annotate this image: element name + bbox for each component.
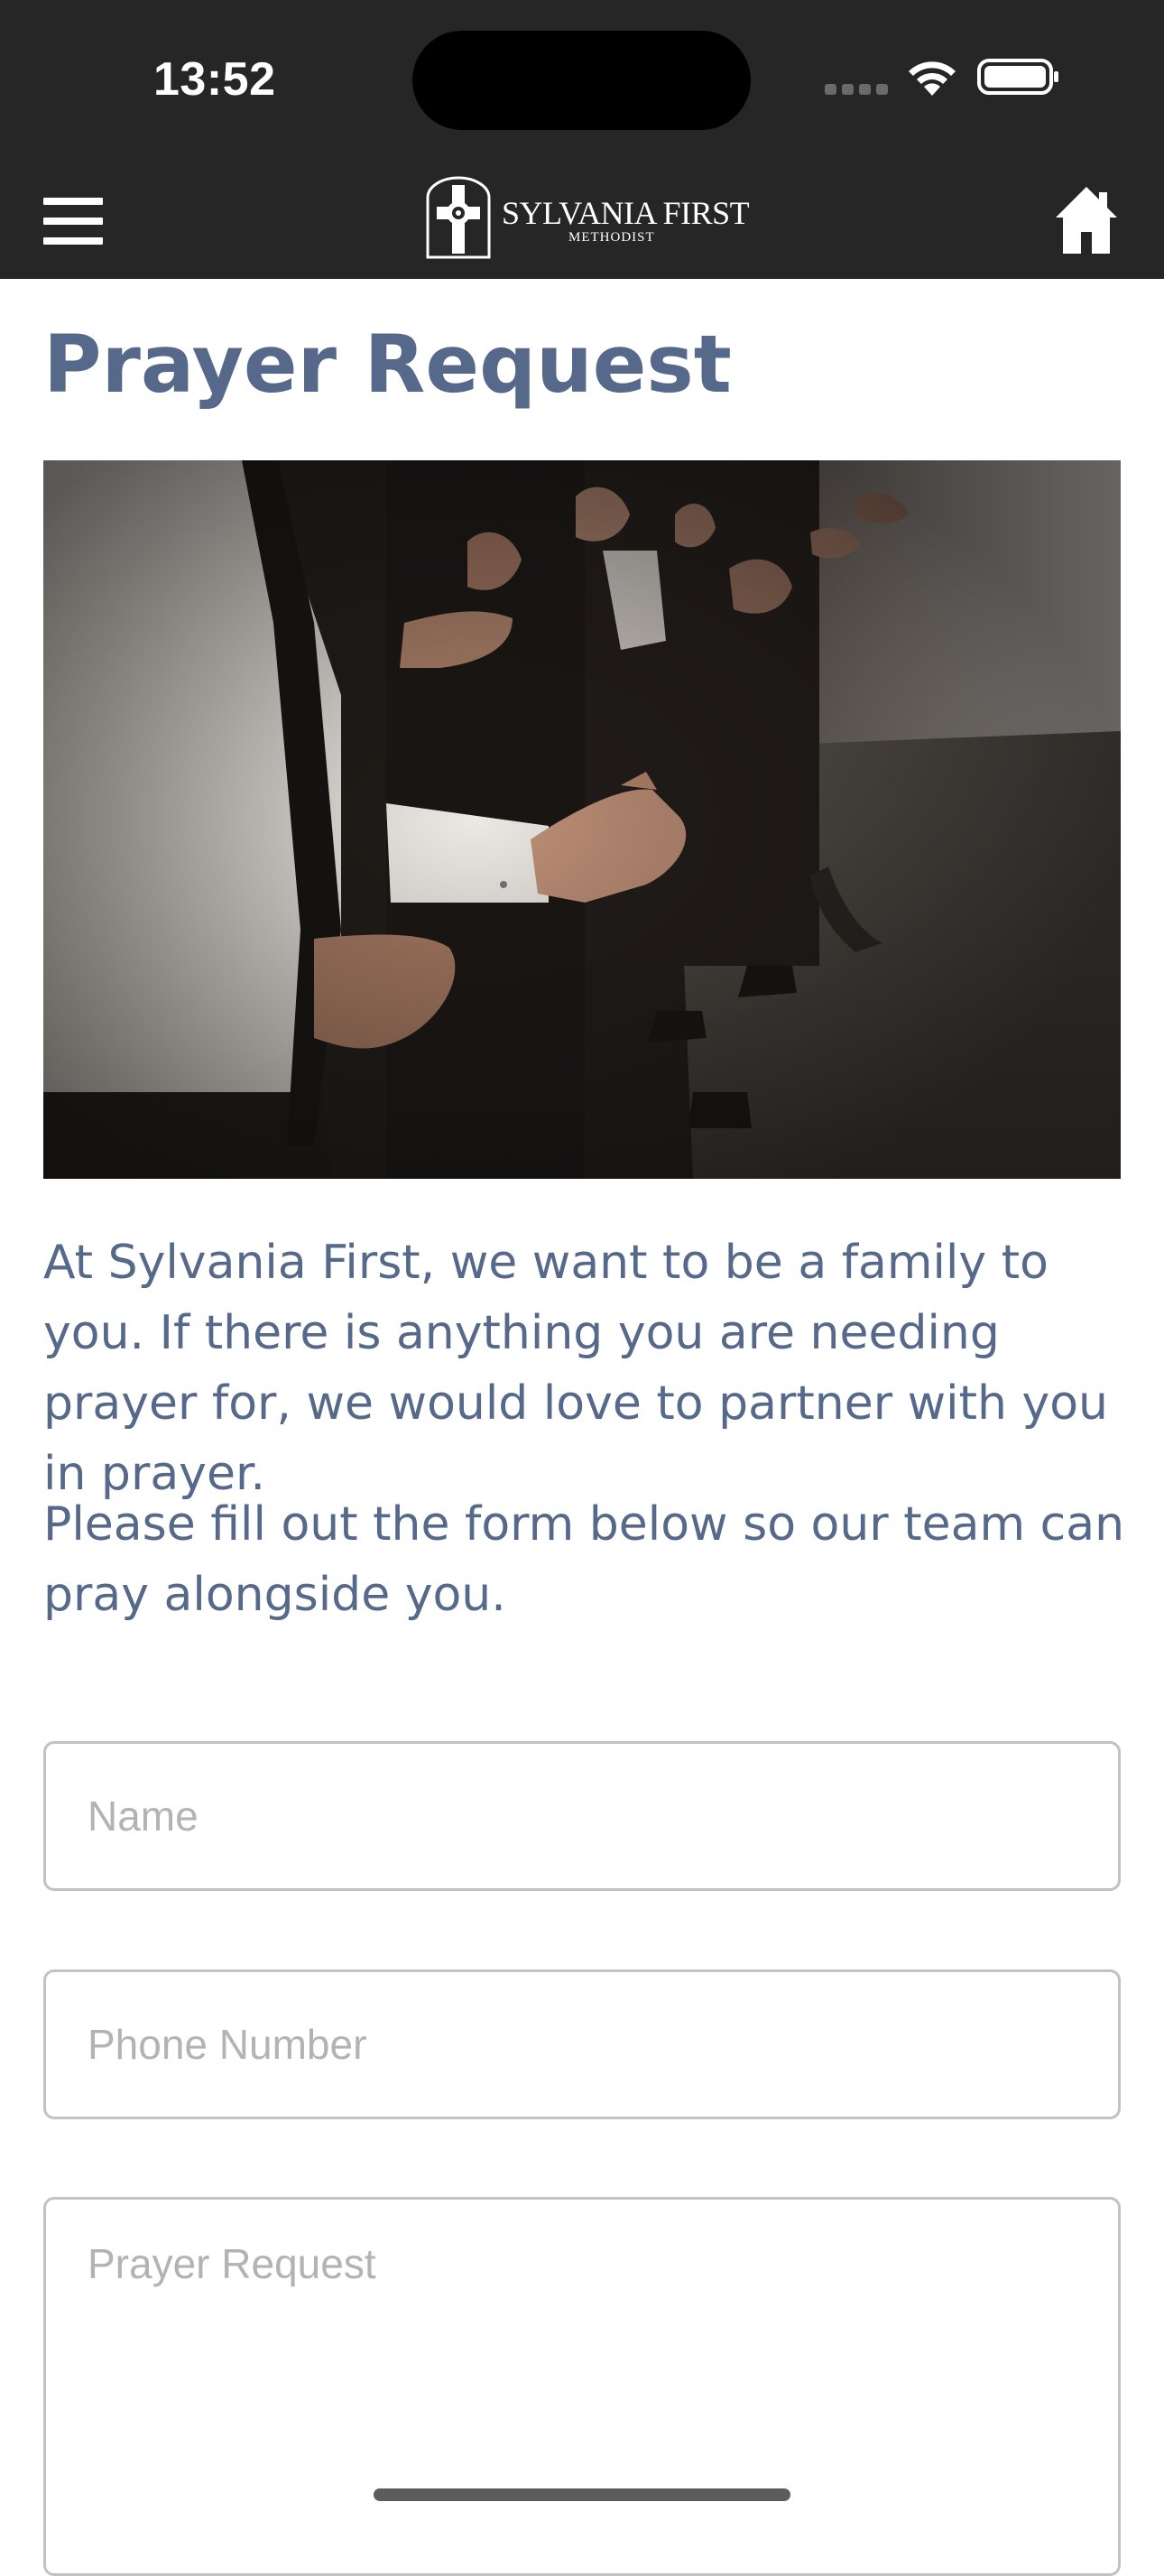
hamburger-menu-icon[interactable] [43,198,103,245]
church-logo: SYLVANIA FIRST METHODIST [424,176,750,263]
cellular-signal-icon [825,84,888,95]
wifi-icon [909,61,956,96]
battery-icon [977,59,1058,95]
prayer-request-textarea[interactable] [43,2197,1121,2576]
cross-emblem-icon [426,176,491,259]
intro-paragraph: At Sylvania First, we want to be a famil… [43,1236,1109,1501]
logo-name: SYLVANIA FIRST [502,195,750,231]
page-title: Prayer Request [43,318,732,411]
praying-hands-photo [43,460,1121,1179]
app-header: SYLVANIA FIRST METHODIST [0,158,1164,279]
home-icon[interactable] [1054,185,1119,255]
status-bar: 13:52 [0,0,1164,158]
status-time: 13:52 [153,53,276,106]
home-indicator[interactable] [374,2488,790,2501]
phone-number-input[interactable] [43,1969,1121,2119]
logo-subtitle: METHODIST [568,230,655,245]
instructions-paragraph: Please fill out the form below so our te… [43,1497,1125,1622]
name-input[interactable] [43,1741,1121,1891]
dynamic-island [412,31,751,130]
